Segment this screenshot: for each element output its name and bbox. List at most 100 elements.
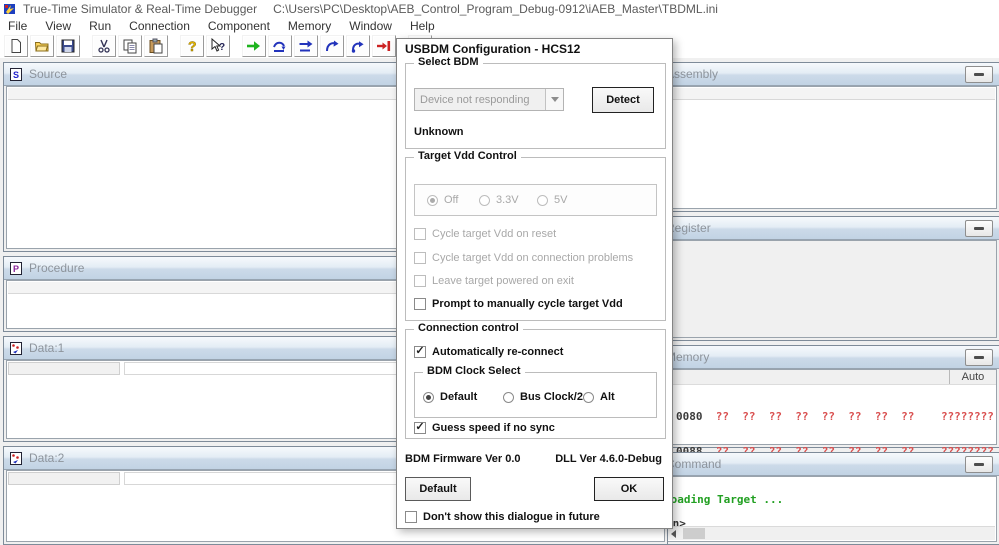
command-content[interactable]: Loading Target ... in> [643,476,997,542]
vdd-radio-panel: Off 3.3V 5V [414,184,657,216]
register-content[interactable] [643,240,997,338]
memory-mode-selector[interactable]: Auto [949,370,996,384]
register-minimize-button[interactable] [965,219,993,237]
ok-button[interactable]: OK [594,477,664,501]
app-window: True-Time Simulator & Real-Time Debugger… [0,0,999,545]
command-window-title: Command [666,457,722,471]
vdd-5v-radio[interactable] [537,194,548,206]
paste-icon [149,38,163,54]
cut-button[interactable] [92,35,116,57]
guess-speed-checkbox[interactable] [414,422,426,434]
step-over-button[interactable] [294,35,318,57]
vdd-3v3-radio[interactable] [479,194,490,206]
menu-window[interactable]: Window [349,19,392,33]
detect-button[interactable]: Detect [592,87,654,113]
start-continue-button[interactable] [242,35,266,57]
halt-icon [377,41,391,51]
guess-speed-label: Guess speed if no sync [432,422,555,434]
new-file-icon [11,39,21,53]
menu-run[interactable]: Run [89,19,111,33]
clock-bus2-label: Bus Clock/2 [520,391,583,403]
auto-reconnect-checkbox[interactable] [414,346,426,358]
bdm-clock-select-group: BDM Clock Select Default Bus Clock/2 Alt [414,365,657,418]
menu-view[interactable]: View [45,19,71,33]
help-icon: ? [188,38,197,54]
combobox-dropdown-button[interactable] [545,89,563,110]
select-bdm-group: Select BDM Device not responding Detect … [405,56,666,149]
cycle-vdd-reset-label: Cycle target Vdd on reset [432,228,557,240]
memory-content[interactable]: Auto 0080 ?? ?? ?? ?? ?? ?? ?? ?? ??????… [643,369,997,527]
dont-show-dialog-checkbox[interactable] [405,511,417,523]
vdd-5v-label: 5V [554,194,568,206]
svg-text:S: S [13,70,19,80]
context-help-button[interactable]: ? [206,35,230,57]
memory-row: 0080 ?? ?? ?? ?? ?? ?? ?? ?? ???????? [676,410,994,424]
assembly-window-titlebar[interactable]: A Assembly [641,63,999,86]
copy-button[interactable] [118,35,142,57]
data-icon [10,341,22,355]
open-file-icon [34,42,49,52]
bdm-device-combobox[interactable]: Device not responding [414,88,564,111]
document-path: C:\Users\PC\Desktop\AEB_Control_Program_… [273,2,718,16]
procedure-window-title: Procedure [29,261,85,275]
command-output-line: Loading Target ... [664,493,784,506]
scroll-left-arrow-icon[interactable] [667,529,679,539]
command-window-titlebar[interactable]: C Command [641,453,999,476]
step-out-button[interactable] [320,35,344,57]
command-window: C Command Loading Target ... in> [640,452,999,545]
menu-connection[interactable]: Connection [129,19,190,33]
menubar: File View Run Connection Component Memor… [0,18,999,34]
menu-help[interactable]: Help [410,19,435,33]
paste-button[interactable] [144,35,168,57]
data1-name-column[interactable] [8,362,120,375]
minimize-icon [974,462,984,466]
halt-button[interactable] [372,35,396,57]
clock-alt-radio[interactable] [583,391,594,403]
register-window: R Register [640,216,999,341]
clock-default-label: Default [440,391,478,403]
default-button[interactable]: Default [405,477,471,501]
leave-powered-checkbox[interactable] [414,275,426,287]
clock-bus2-radio[interactable] [503,391,514,403]
cycle-vdd-reset-checkbox[interactable] [414,228,426,240]
vdd-off-radio[interactable] [427,194,438,206]
command-minimize-button[interactable] [965,455,993,473]
cycle-vdd-connection-checkbox[interactable] [414,252,426,264]
step-over-icon [299,40,313,52]
memory-window-titlebar[interactable]: M Memory [641,346,999,369]
help-button[interactable]: ? [180,35,204,57]
menu-component[interactable]: Component [208,19,270,33]
bdm-device-value: Device not responding [420,93,530,106]
prompt-cycle-vdd-checkbox[interactable] [414,298,426,310]
clock-default-radio[interactable] [423,391,434,403]
open-file-button[interactable] [30,35,54,57]
menu-file[interactable]: File [8,19,27,33]
assembly-window-title: Assembly [666,67,719,81]
usbdm-configuration-dialog: USBDM Configuration - HCS12 Select BDM D… [396,38,673,529]
data2-name-column[interactable] [8,472,120,485]
vdd-3v3-label: 3.3V [496,194,519,206]
minimize-icon [974,72,984,76]
svg-text:?: ? [188,38,197,54]
register-window-titlebar[interactable]: R Register [641,217,999,240]
dont-show-dialog-label: Don't show this dialogue in future [423,511,600,523]
new-file-button[interactable] [4,35,28,57]
save-icon [61,39,75,53]
save-button[interactable] [56,35,80,57]
command-horizontal-scrollbar[interactable] [645,526,995,540]
memory-minimize-button[interactable] [965,348,993,366]
single-step-button[interactable] [268,35,292,57]
app-title: True-Time Simulator & Real-Time Debugger [23,2,258,16]
assembly-minimize-button[interactable] [965,65,993,83]
assembly-step-button[interactable] [346,35,370,57]
scrollbar-thumb[interactable] [683,528,705,539]
source-icon: S [10,67,22,81]
minimize-icon [974,226,984,230]
bdm-clock-select-label: BDM Clock Select [423,365,525,377]
procedure-icon: P [10,261,22,275]
menu-memory[interactable]: Memory [288,19,331,33]
assembly-content[interactable] [643,86,997,209]
assembly-window: A Assembly [640,62,999,212]
bdm-firmware-version: BDM Firmware Ver 0.0 [405,453,521,465]
cut-icon [98,39,110,53]
